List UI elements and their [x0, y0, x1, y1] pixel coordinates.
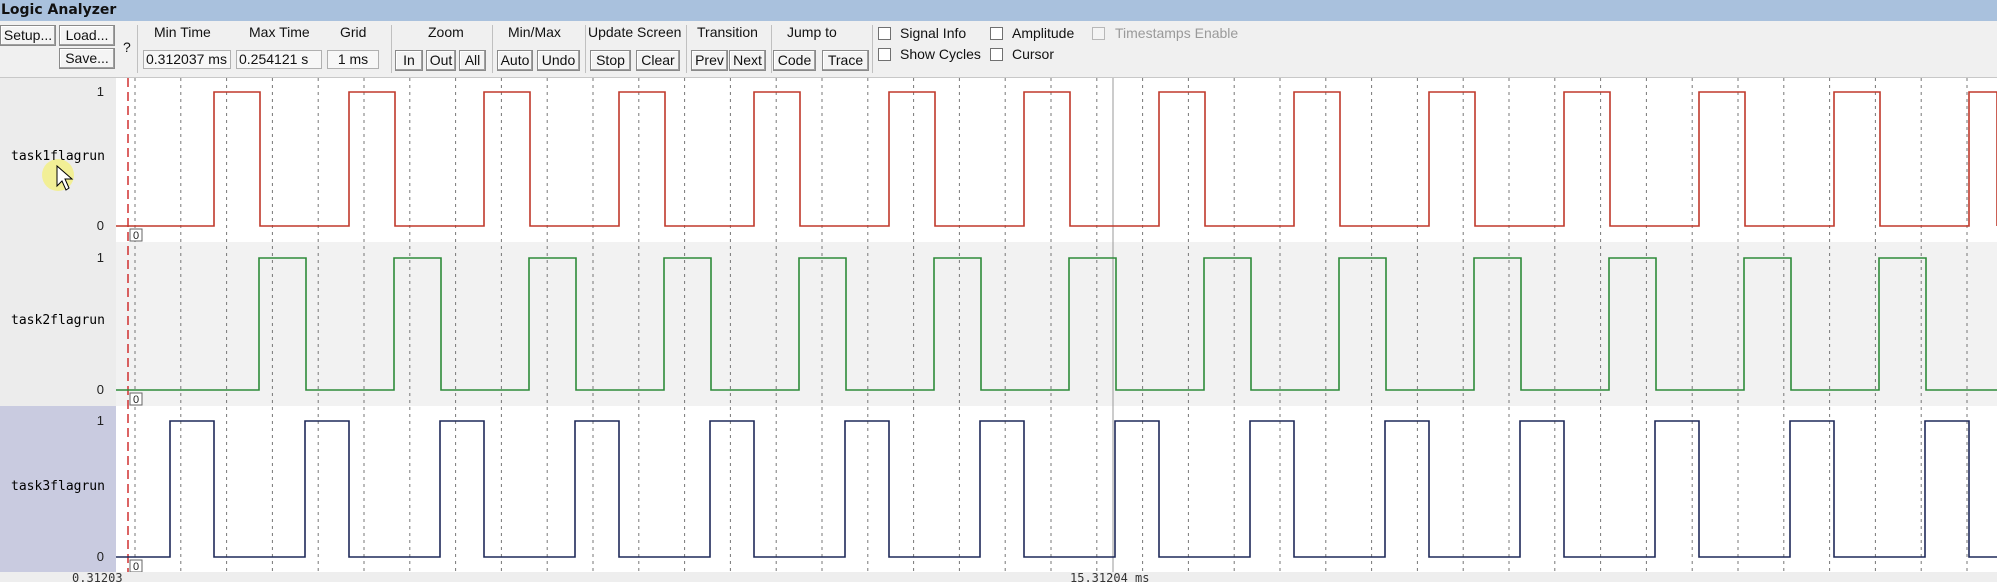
toolbar-separator [391, 25, 392, 73]
max-time-label: Max Time [249, 24, 310, 40]
timestamps-enable-checkbox[interactable] [1092, 27, 1105, 40]
signal-name-task3[interactable]: task3flagrun [0, 479, 116, 494]
window-title: Logic Analyzer [0, 0, 1997, 21]
timestamps-enable-label: Timestamps Enable [1115, 25, 1239, 41]
help-button[interactable]: ? [123, 39, 131, 55]
max-time-value: 0.254121 s [236, 50, 322, 69]
show-cycles-checkbox[interactable] [878, 48, 891, 61]
time-axis [0, 572, 1997, 582]
signal-name-task2[interactable]: task2flagrun [0, 313, 116, 328]
cursor-label: Cursor [1012, 46, 1055, 62]
amplitude-checkbox[interactable] [990, 27, 1003, 40]
clear-button[interactable]: Clear [636, 50, 680, 71]
waveform-display[interactable]: 1 0 0 1 0 0 1 0 0 0.31203 15.31204 ms [0, 78, 1997, 582]
level-high-label: 1 [97, 84, 104, 99]
zoom-in-button[interactable]: In [395, 50, 423, 71]
zoom-label: Zoom [428, 24, 464, 40]
jump-trace-button[interactable]: Trace [822, 50, 869, 71]
signal-name-task1[interactable]: task1flagrun [0, 149, 116, 164]
next-transition-button[interactable]: Next [729, 50, 766, 71]
toolbar-separator [585, 25, 586, 73]
value-marker-label: 0 [133, 230, 139, 242]
time-axis-center-label: 15.31204 ms [1070, 571, 1149, 582]
grid-label: Grid [340, 24, 367, 40]
save-button[interactable]: Save... [59, 48, 115, 69]
zoom-out-button[interactable]: Out [426, 50, 456, 71]
load-button[interactable]: Load... [59, 25, 115, 46]
toolbar: Setup... Load... Save... ? Min Time 0.31… [0, 21, 1997, 78]
toolbar-separator [492, 25, 493, 73]
toolbar-separator [686, 25, 687, 73]
cursor-checkbox[interactable] [990, 48, 1003, 61]
prev-transition-button[interactable]: Prev [691, 50, 728, 71]
minmax-auto-button[interactable]: Auto [497, 50, 533, 71]
signal-info-checkbox[interactable] [878, 27, 891, 40]
min-time-label: Min Time [154, 24, 211, 40]
stop-button[interactable]: Stop [590, 50, 631, 71]
update-screen-label: Update Screen [588, 24, 682, 40]
show-cycles-label: Show Cycles [900, 46, 981, 62]
time-axis-left-label: 0.31203 [72, 571, 123, 582]
level-high-label: 1 [97, 250, 104, 265]
level-low-label: 0 [97, 218, 104, 233]
minmax-label: Min/Max [508, 24, 561, 40]
grid-value: 1 ms [327, 50, 379, 69]
level-low-label: 0 [97, 382, 104, 397]
amplitude-label: Amplitude [1012, 25, 1075, 41]
signal-info-label: Signal Info [900, 25, 967, 41]
min-time-value: 0.312037 ms [143, 50, 231, 69]
transition-label: Transition [697, 24, 758, 40]
value-marker-label: 0 [133, 561, 139, 573]
toolbar-separator [137, 25, 138, 73]
jump-code-button[interactable]: Code [773, 50, 816, 71]
toolbar-separator [872, 25, 873, 73]
setup-button[interactable]: Setup... [0, 25, 56, 46]
minmax-undo-button[interactable]: Undo [537, 50, 580, 71]
level-low-label: 0 [97, 549, 104, 564]
zoom-all-button[interactable]: All [459, 50, 486, 71]
toolbar-separator [771, 25, 772, 73]
jump-to-label: Jump to [787, 24, 837, 40]
value-marker-label: 0 [133, 394, 139, 406]
level-high-label: 1 [97, 413, 104, 428]
